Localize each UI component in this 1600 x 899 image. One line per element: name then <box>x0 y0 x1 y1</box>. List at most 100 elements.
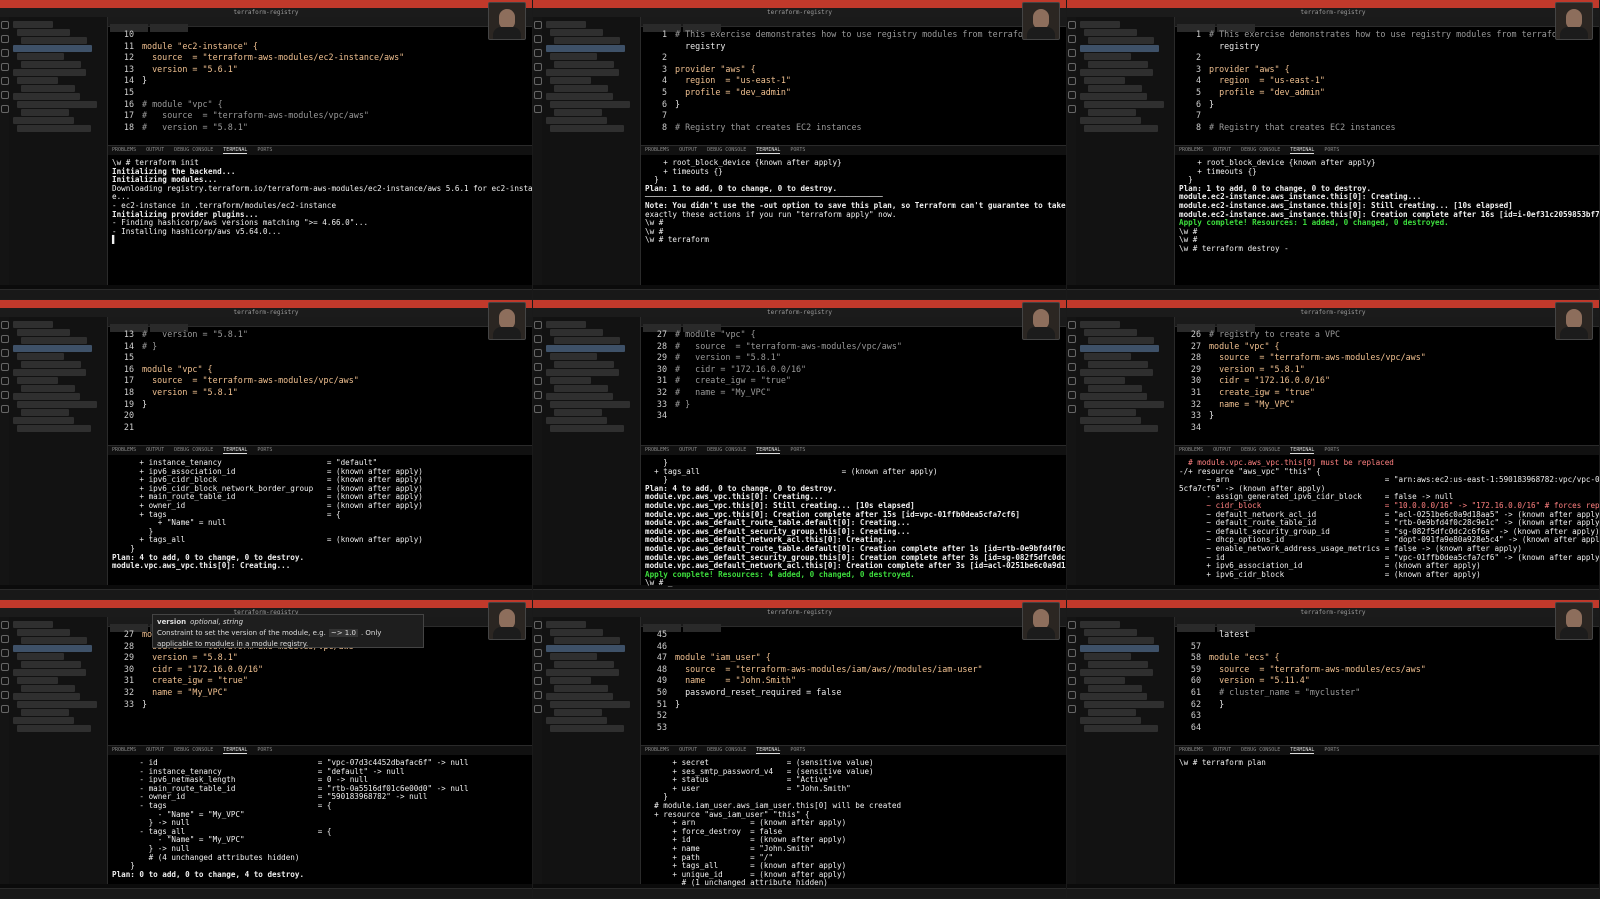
explorer-item[interactable] <box>550 701 630 708</box>
source-control-icon[interactable] <box>1067 349 1076 357</box>
panel-tab[interactable]: PORTS <box>257 747 272 753</box>
docker-icon[interactable] <box>533 691 542 699</box>
explorer-item[interactable] <box>21 85 75 92</box>
explorer-item[interactable] <box>550 725 624 732</box>
explorer-item[interactable] <box>546 321 586 328</box>
panel-tab[interactable]: TERMINAL <box>1290 747 1315 754</box>
explorer-item[interactable] <box>1080 69 1153 76</box>
explorer-item[interactable] <box>1080 645 1159 652</box>
source-control-icon[interactable] <box>0 49 9 57</box>
explorer-item[interactable] <box>554 361 614 368</box>
extensions-icon[interactable] <box>1067 77 1076 85</box>
docker-icon[interactable] <box>1067 691 1076 699</box>
panel-tab[interactable]: DEBUG CONSOLE <box>707 747 746 753</box>
explorer-item[interactable] <box>13 45 92 52</box>
panel-tab[interactable]: PORTS <box>790 747 805 753</box>
explorer-item[interactable] <box>1084 53 1131 60</box>
explorer-item[interactable] <box>1080 393 1147 400</box>
panel-tab[interactable]: TERMINAL <box>756 147 781 154</box>
explorer-item[interactable] <box>1088 385 1142 392</box>
explorer-item[interactable] <box>21 337 87 344</box>
remote-icon[interactable] <box>1067 705 1076 713</box>
panel-tab[interactable]: PROBLEMS <box>1179 747 1203 753</box>
panel-tab[interactable]: DEBUG CONSOLE <box>174 447 213 453</box>
explorer-item[interactable] <box>550 77 591 84</box>
explorer-item[interactable] <box>1088 661 1148 668</box>
explorer-item[interactable] <box>17 125 91 132</box>
panel-tab[interactable]: TERMINAL <box>1290 447 1315 454</box>
explorer-item[interactable] <box>546 69 619 76</box>
remote-icon[interactable] <box>0 405 9 413</box>
explorer-item[interactable] <box>1088 409 1136 416</box>
explorer-item[interactable] <box>1088 61 1148 68</box>
extensions-icon[interactable] <box>1067 677 1076 685</box>
explorer-item[interactable] <box>554 61 614 68</box>
explorer-item[interactable] <box>546 117 607 124</box>
explorer-item[interactable] <box>21 37 87 44</box>
panel-tab[interactable]: PROBLEMS <box>1179 147 1203 153</box>
explorer-item[interactable] <box>1084 77 1125 84</box>
explorer-item[interactable] <box>550 29 603 36</box>
explorer-item[interactable] <box>550 653 597 660</box>
run-icon[interactable] <box>1067 363 1076 371</box>
editor-tab[interactable] <box>150 24 188 32</box>
explorer-item[interactable] <box>1084 125 1158 132</box>
search-icon[interactable] <box>1067 335 1076 343</box>
explorer-item[interactable] <box>1084 101 1164 108</box>
explorer-item[interactable] <box>1084 353 1131 360</box>
explorer-item[interactable] <box>546 369 619 376</box>
explorer-item[interactable] <box>1084 701 1164 708</box>
explorer-item[interactable] <box>554 409 602 416</box>
explorer-item[interactable] <box>21 685 75 692</box>
explorer-item[interactable] <box>1088 361 1148 368</box>
run-icon[interactable] <box>533 363 542 371</box>
source-control-icon[interactable] <box>0 649 9 657</box>
explorer-item[interactable] <box>1084 29 1137 36</box>
explorer-item[interactable] <box>13 69 86 76</box>
remote-icon[interactable] <box>533 105 542 113</box>
explorer-item[interactable] <box>1084 629 1137 636</box>
explorer-item[interactable] <box>1080 45 1159 52</box>
explorer-item[interactable] <box>17 329 70 336</box>
explorer-item[interactable] <box>554 85 608 92</box>
explorer-item[interactable] <box>554 109 602 116</box>
explorer-item[interactable] <box>550 329 603 336</box>
search-icon[interactable] <box>0 35 9 43</box>
panel-tab[interactable]: TERMINAL <box>756 447 781 454</box>
panel-tab[interactable]: TERMINAL <box>756 747 781 754</box>
remote-icon[interactable] <box>1067 405 1076 413</box>
explorer-item[interactable] <box>546 693 613 700</box>
explorer-item[interactable] <box>554 709 602 716</box>
panel-tab[interactable]: OUTPUT <box>679 747 697 753</box>
explorer-item[interactable] <box>550 401 630 408</box>
explorer-item[interactable] <box>17 101 97 108</box>
explorer-item[interactable] <box>546 417 607 424</box>
files-icon[interactable] <box>533 621 542 629</box>
panel-tab[interactable]: DEBUG CONSOLE <box>1241 147 1280 153</box>
explorer-item[interactable] <box>546 717 607 724</box>
explorer-item[interactable] <box>1084 725 1158 732</box>
source-control-icon[interactable] <box>1067 49 1076 57</box>
explorer-item[interactable] <box>1088 337 1154 344</box>
explorer-item[interactable] <box>1080 321 1120 328</box>
explorer-item[interactable] <box>13 645 92 652</box>
explorer-item[interactable] <box>554 37 620 44</box>
explorer-item[interactable] <box>13 669 86 676</box>
search-icon[interactable] <box>533 35 542 43</box>
explorer-item[interactable] <box>17 725 91 732</box>
files-icon[interactable] <box>0 21 9 29</box>
explorer-item[interactable] <box>1080 21 1120 28</box>
remote-icon[interactable] <box>0 105 9 113</box>
search-icon[interactable] <box>0 635 9 643</box>
explorer-item[interactable] <box>550 377 591 384</box>
extensions-icon[interactable] <box>0 77 9 85</box>
explorer-item[interactable] <box>1084 425 1158 432</box>
explorer-item[interactable] <box>13 345 92 352</box>
docker-icon[interactable] <box>0 691 9 699</box>
panel-tab[interactable]: PROBLEMS <box>112 147 136 153</box>
explorer-item[interactable] <box>1080 117 1141 124</box>
panel-tab[interactable]: TERMINAL <box>1290 147 1315 154</box>
explorer-item[interactable] <box>1084 653 1131 660</box>
explorer-item[interactable] <box>1084 377 1125 384</box>
panel-tab[interactable]: DEBUG CONSOLE <box>174 747 213 753</box>
